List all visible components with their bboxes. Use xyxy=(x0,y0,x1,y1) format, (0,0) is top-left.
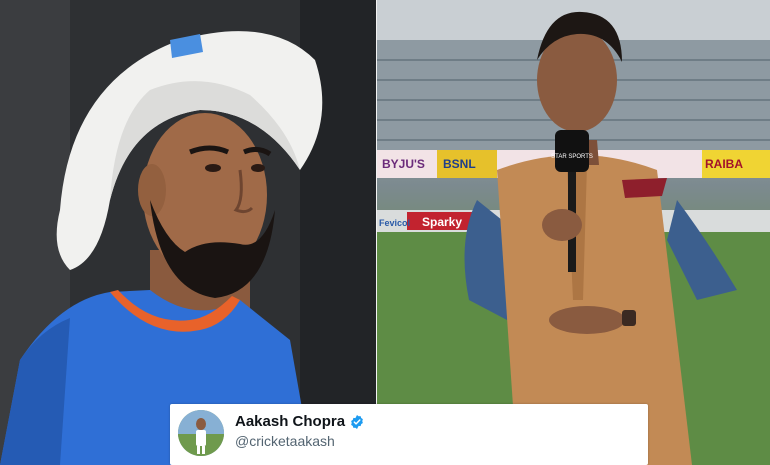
tweet-card[interactable]: Aakash Chopra @cricketaakash xyxy=(170,404,648,465)
tweet-name-row: Aakash Chopra xyxy=(235,413,365,430)
board-raiba: RAIBA xyxy=(705,157,743,171)
avatar-image xyxy=(178,410,224,456)
board-bsnl: BSNL xyxy=(443,157,476,171)
user-handle[interactable]: @cricketaakash xyxy=(235,433,335,449)
player-illustration xyxy=(0,0,376,465)
commentator-photo: BYJU'S BSNL RAIBA Sparky Fevicol STAR SP… xyxy=(377,0,770,465)
board-byjus: BYJU'S xyxy=(382,157,425,171)
display-name[interactable]: Aakash Chopra xyxy=(235,413,345,430)
stadium-illustration: BYJU'S BSNL RAIBA Sparky Fevicol STAR SP… xyxy=(377,0,770,465)
verified-badge-icon xyxy=(351,414,363,429)
board-sparky: Sparky xyxy=(422,215,462,229)
mic-label: STAR SPORTS xyxy=(551,154,593,160)
avatar[interactable] xyxy=(178,410,224,456)
player-photo xyxy=(0,0,376,465)
board-fevicol: Fevicol xyxy=(379,218,410,228)
